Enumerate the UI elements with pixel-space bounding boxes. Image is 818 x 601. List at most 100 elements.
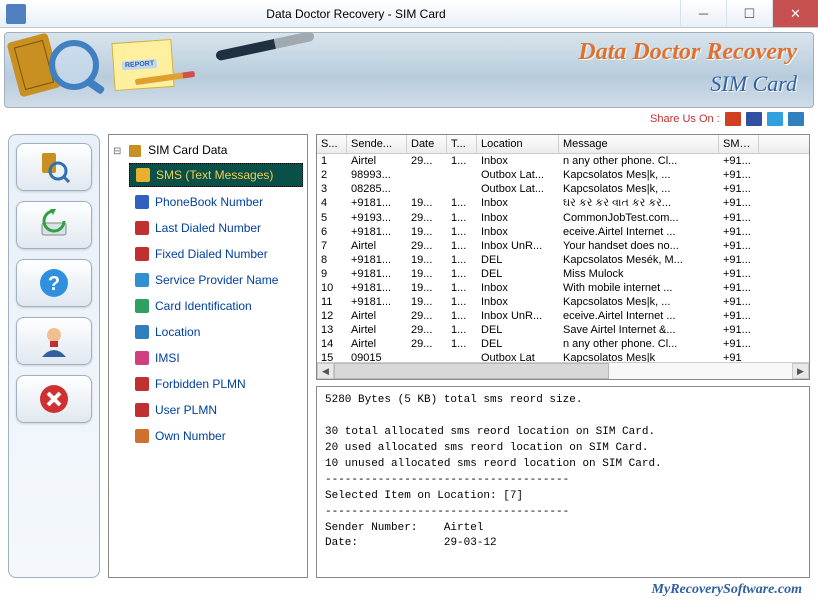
table-row[interactable]: 4+9181...19...1...Inboxઘર કર કર વાત કર ક… <box>317 196 809 211</box>
tree-item-label: Service Provider Name <box>155 273 278 287</box>
table-cell: 1... <box>447 211 477 225</box>
table-row[interactable]: 5+9193...29...1...InboxCommonJobTest.com… <box>317 211 809 225</box>
table-cell: +9181... <box>347 253 407 267</box>
table-cell: 1... <box>447 267 477 281</box>
table-cell: 1... <box>447 196 477 211</box>
tree-item-globe[interactable]: Location <box>129 321 303 343</box>
scan-button[interactable] <box>16 143 92 191</box>
column-header[interactable]: SMS... <box>719 135 759 153</box>
table-cell: Inbox <box>477 225 559 239</box>
table-row[interactable]: 11+9181...19...1...InboxKapcsolatos Mes|… <box>317 295 809 309</box>
tree-item-phonebook[interactable]: PhoneBook Number <box>129 191 303 213</box>
twitter-icon[interactable] <box>767 112 783 126</box>
table-row[interactable]: 6+9181...19...1...Inboxeceive.Airtel Int… <box>317 225 809 239</box>
table-cell: +91... <box>719 182 759 196</box>
scroll-right-icon[interactable]: ▶ <box>792 363 809 379</box>
table-cell: Outbox Lat... <box>477 182 559 196</box>
table-row[interactable]: 298993...Outbox Lat...Kapcsolatos Mes|k,… <box>317 168 809 182</box>
tree-item-imsi[interactable]: IMSI <box>129 347 303 369</box>
table-cell: n any other phone. Cl... <box>559 337 719 351</box>
detail-date-label: Date: <box>325 537 358 549</box>
column-header[interactable]: Message <box>559 135 719 153</box>
table-cell: 2 <box>317 168 347 182</box>
exit-button[interactable] <box>16 375 92 423</box>
help-button[interactable]: ? <box>16 259 92 307</box>
tree-item-own[interactable]: Own Number <box>129 425 303 447</box>
tree-item-label: IMSI <box>155 351 180 365</box>
table-cell: Airtel <box>347 323 407 337</box>
sidebar-toolbar: ? <box>8 134 100 578</box>
table-cell: Airtel <box>347 239 407 253</box>
column-header[interactable]: Date <box>407 135 447 153</box>
table-cell: 10 <box>317 281 347 295</box>
table-row[interactable]: 1509015Outbox LatKapcsolatos Mes|k+91 <box>317 351 809 362</box>
table-cell: Kapcsolatos Mes|k <box>559 351 719 362</box>
recover-button[interactable] <box>16 201 92 249</box>
tree-item-userplmn[interactable]: User PLMN <box>129 399 303 421</box>
table-cell: Inbox <box>477 281 559 295</box>
googleplus-icon[interactable] <box>725 112 741 126</box>
scroll-track[interactable] <box>334 363 792 379</box>
table-cell: eceive.Airtel Internet ... <box>559 225 719 239</box>
footer-url: MyRecoverySoftware.com <box>652 582 802 597</box>
tree-item-fixeddial[interactable]: Fixed Dialed Number <box>129 243 303 265</box>
table-cell: 1... <box>447 337 477 351</box>
table-cell: 19... <box>407 267 447 281</box>
window-controls: ─ ☐ ✕ <box>680 0 818 27</box>
table-cell: Kapcsolatos Mes|k, ... <box>559 295 719 309</box>
tree-root-node[interactable]: SIM Card Data <box>113 141 303 159</box>
maximize-button[interactable]: ☐ <box>726 0 772 27</box>
column-header[interactable]: T... <box>447 135 477 153</box>
table-row[interactable]: 7Airtel29...1...Inbox UnR...Your handset… <box>317 239 809 253</box>
table-row[interactable]: 9+9181...19...1...DEL Miss Mulock+91... <box>317 267 809 281</box>
table-cell: DEL <box>477 337 559 351</box>
tree-item-label: PhoneBook Number <box>155 195 263 209</box>
column-header[interactable]: S... <box>317 135 347 153</box>
globe-icon <box>135 325 149 339</box>
table-row[interactable]: 1Airtel29...1...Inboxn any other phone. … <box>317 154 809 168</box>
header-banner: Data Doctor Recovery SIM Card <box>4 32 814 108</box>
close-button[interactable]: ✕ <box>772 0 818 27</box>
table-cell: Airtel <box>347 154 407 168</box>
tree-item-antenna[interactable]: Service Provider Name <box>129 269 303 291</box>
linkedin-icon[interactable] <box>788 112 804 126</box>
user-button[interactable] <box>16 317 92 365</box>
table-body: 1Airtel29...1...Inboxn any other phone. … <box>317 154 809 362</box>
table-row[interactable]: 8+9181...19...1...DELKapcsolatos Mesék, … <box>317 253 809 267</box>
tree-item-card[interactable]: Card Identification <box>129 295 303 317</box>
table-cell: 98993... <box>347 168 407 182</box>
table-cell: eceive.Airtel Internet ... <box>559 309 719 323</box>
scroll-thumb[interactable] <box>334 363 609 379</box>
table-row[interactable]: 10+9181...19...1...InboxWith mobile inte… <box>317 281 809 295</box>
scroll-left-icon[interactable]: ◀ <box>317 363 334 379</box>
table-cell: n any other phone. Cl... <box>559 154 719 168</box>
table-cell: DEL <box>477 323 559 337</box>
window-title: Data Doctor Recovery - SIM Card <box>32 7 680 21</box>
table-cell: Airtel <box>347 337 407 351</box>
column-header[interactable]: Sende... <box>347 135 407 153</box>
table-row[interactable]: 14Airtel29...1...DELn any other phone. C… <box>317 337 809 351</box>
table-cell: Kapcsolatos Mes|k, ... <box>559 182 719 196</box>
column-header[interactable]: Location <box>477 135 559 153</box>
minimize-button[interactable]: ─ <box>680 0 726 27</box>
table-header: S...Sende...DateT...LocationMessageSMS..… <box>317 135 809 154</box>
tree-root: SIM Card Data SMS (Text Messages) PhoneBo… <box>113 141 303 447</box>
table-cell: 4 <box>317 196 347 211</box>
tree-item-lastdial[interactable]: Last Dialed Number <box>129 217 303 239</box>
table-cell: +91... <box>719 281 759 295</box>
share-bar: Share Us On : <box>0 112 818 132</box>
table-cell: Airtel <box>347 309 407 323</box>
table-cell: Your handset does no... <box>559 239 719 253</box>
horizontal-scrollbar[interactable]: ◀ ▶ <box>317 362 809 379</box>
table-cell: 5 <box>317 211 347 225</box>
tree-item-envelope[interactable]: SMS (Text Messages) <box>129 163 303 187</box>
table-cell: +91 <box>719 351 759 362</box>
table-row[interactable]: 308285...Outbox Lat...Kapcsolatos Mes|k,… <box>317 182 809 196</box>
table-row[interactable]: 13Airtel29...1...DELSave Airtel Internet… <box>317 323 809 337</box>
facebook-icon[interactable] <box>746 112 762 126</box>
main-area: ? SIM Card Data SMS (Text Messages) Phone… <box>0 132 818 582</box>
table-cell: Inbox <box>477 154 559 168</box>
table-row[interactable]: 12Airtel29...1...Inbox UnR...eceive.Airt… <box>317 309 809 323</box>
tree-item-forbidden[interactable]: Forbidden PLMN <box>129 373 303 395</box>
table-cell: Kapcsolatos Mesék, M... <box>559 253 719 267</box>
